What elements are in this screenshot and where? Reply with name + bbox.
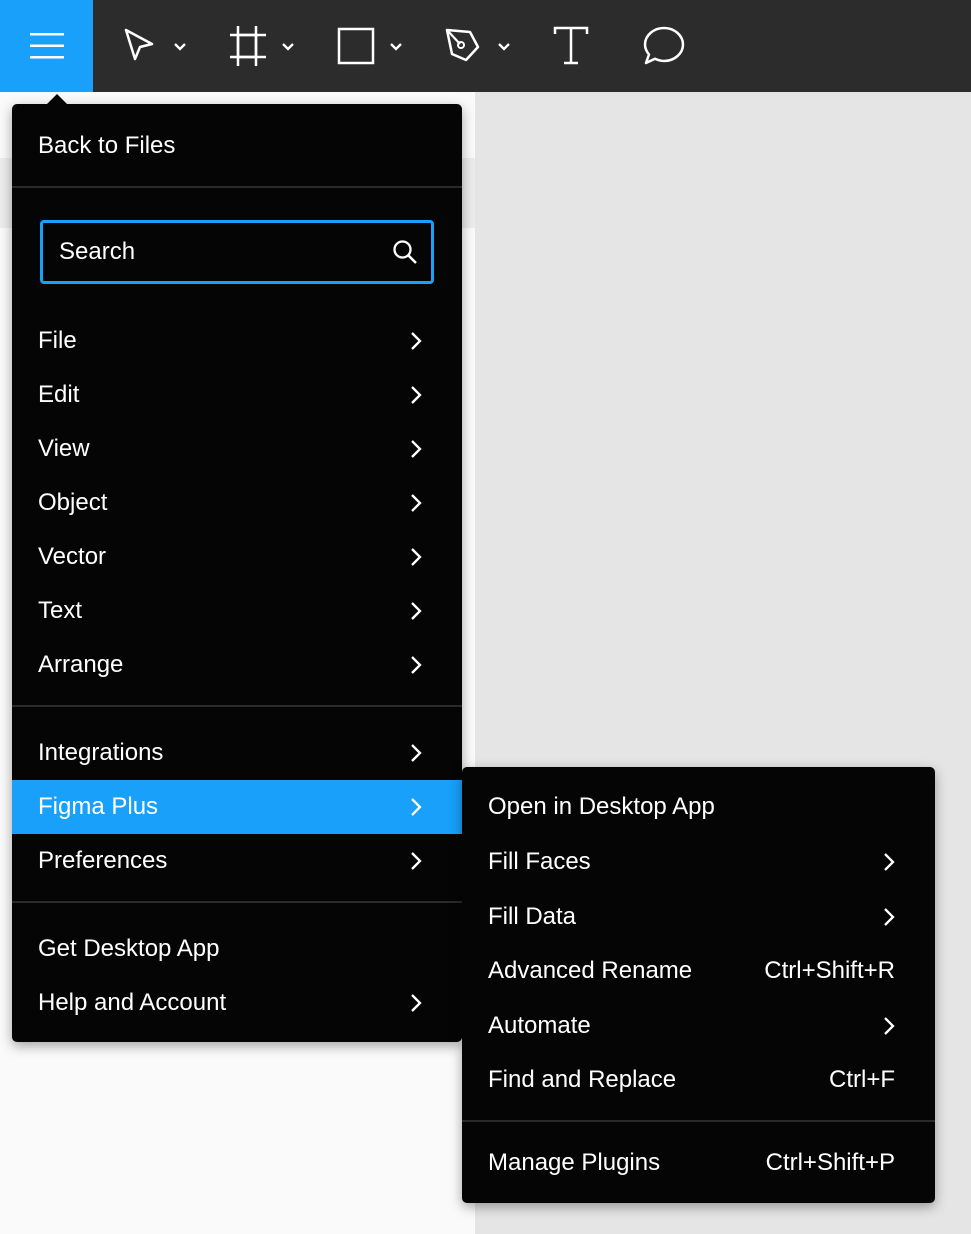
shortcut-label: Ctrl+F <box>829 1066 895 1093</box>
pen-tool-icon <box>445 28 510 62</box>
comment-icon <box>643 26 685 65</box>
menu-divider <box>12 705 462 707</box>
main-menu: Back to Files File Edit View Object Vect… <box>12 94 462 1042</box>
chevron-right-icon <box>411 994 422 1012</box>
menu-item-view[interactable]: View <box>12 422 462 476</box>
submenu-item-manage-plugins[interactable]: Manage Plugins Ctrl+Shift+P <box>462 1136 935 1190</box>
menu-item-integrations[interactable]: Integrations <box>12 726 462 780</box>
menu-item-figma-plus[interactable]: Figma Plus <box>12 780 462 834</box>
chevron-right-icon <box>411 332 422 350</box>
menu-item-label: Text <box>38 597 83 624</box>
menu-item-text[interactable]: Text <box>12 584 462 638</box>
submenu-item-label: Find and Replace <box>488 1066 677 1093</box>
chevron-right-icon <box>411 386 422 404</box>
menu-item-vector[interactable]: Vector <box>12 530 462 584</box>
toolbar <box>0 0 971 92</box>
submenu-item-automate[interactable]: Automate <box>462 999 935 1053</box>
submenu-item-advanced-rename[interactable]: Advanced Rename Ctrl+Shift+R <box>462 944 935 998</box>
menu-item-label: Get Desktop App <box>38 935 220 962</box>
search-icon <box>393 240 417 264</box>
figma-plus-submenu: Open in Desktop App Fill Faces Fill Data… <box>462 767 935 1203</box>
text-tool-icon <box>553 26 589 65</box>
shortcut-label: Ctrl+Shift+P <box>765 1149 895 1176</box>
menu-item-arrange[interactable]: Arrange <box>12 638 462 692</box>
chevron-right-icon <box>411 852 422 870</box>
hamburger-icon <box>29 33 64 59</box>
shortcut-label: Ctrl+Shift+R <box>764 957 895 984</box>
chevron-right-icon <box>884 908 895 926</box>
main-menu-button[interactable] <box>0 0 93 92</box>
menu-item-preferences[interactable]: Preferences <box>12 834 462 888</box>
submenu-item-label: Automate <box>488 1012 591 1039</box>
comment-tool[interactable] <box>642 0 686 92</box>
menu-item-help-and-account[interactable]: Help and Account <box>12 976 462 1030</box>
menu-item-get-desktop-app[interactable]: Get Desktop App <box>12 922 462 976</box>
submenu-item-label: Manage Plugins <box>488 1149 661 1176</box>
menu-item-label: Arrange <box>38 651 124 678</box>
submenu-item-find-and-replace[interactable]: Find and Replace Ctrl+F <box>462 1053 935 1107</box>
menu-item-label: Help and Account <box>38 989 227 1016</box>
menu-item-label: Vector <box>38 543 107 570</box>
submenu-item-fill-faces[interactable]: Fill Faces <box>462 835 935 889</box>
menu-item-label: Edit <box>38 381 80 408</box>
chevron-right-icon <box>411 602 422 620</box>
search-input[interactable] <box>57 237 381 267</box>
menu-item-edit[interactable]: Edit <box>12 368 462 422</box>
menu-item-label: Preferences <box>38 847 168 874</box>
chevron-right-icon <box>411 494 422 512</box>
rectangle-tool[interactable] <box>336 0 408 92</box>
pen-tool[interactable] <box>444 0 516 92</box>
submenu-item-fill-data[interactable]: Fill Data <box>462 890 935 944</box>
chevron-right-icon <box>411 440 422 458</box>
move-tool-icon <box>124 28 186 61</box>
menu-search[interactable] <box>40 220 434 284</box>
move-tool[interactable] <box>122 0 192 92</box>
menu-item-label: Object <box>38 489 108 516</box>
menu-caret <box>46 94 68 105</box>
rectangle-tool-icon <box>337 27 402 65</box>
chevron-right-icon <box>411 798 422 816</box>
chevron-right-icon <box>411 656 422 674</box>
text-tool[interactable] <box>552 0 590 92</box>
menu-item-label: File <box>38 327 77 354</box>
chevron-right-icon <box>411 744 422 762</box>
menu-item-object[interactable]: Object <box>12 476 462 530</box>
submenu-item-label: Advanced Rename <box>488 957 693 984</box>
chevron-right-icon <box>884 853 895 871</box>
menu-item-label: View <box>38 435 90 462</box>
back-to-files[interactable]: Back to Files <box>12 119 462 173</box>
menu-item-label: Integrations <box>38 739 164 766</box>
frame-tool-icon <box>230 26 294 66</box>
submenu-divider <box>462 1120 935 1122</box>
menu-divider <box>12 901 462 903</box>
submenu-item-label: Fill Faces <box>488 848 591 875</box>
submenu-item-label: Open in Desktop App <box>488 793 715 820</box>
submenu-item-label: Fill Data <box>488 903 577 930</box>
menu-item-file[interactable]: File <box>12 314 462 368</box>
back-to-files-label: Back to Files <box>38 132 176 159</box>
menu-item-label: Figma Plus <box>38 793 159 820</box>
submenu-item-open-desktop[interactable]: Open in Desktop App <box>462 780 935 834</box>
chevron-right-icon <box>884 1017 895 1035</box>
chevron-right-icon <box>411 548 422 566</box>
frame-tool[interactable] <box>228 0 300 92</box>
menu-divider <box>12 186 462 188</box>
